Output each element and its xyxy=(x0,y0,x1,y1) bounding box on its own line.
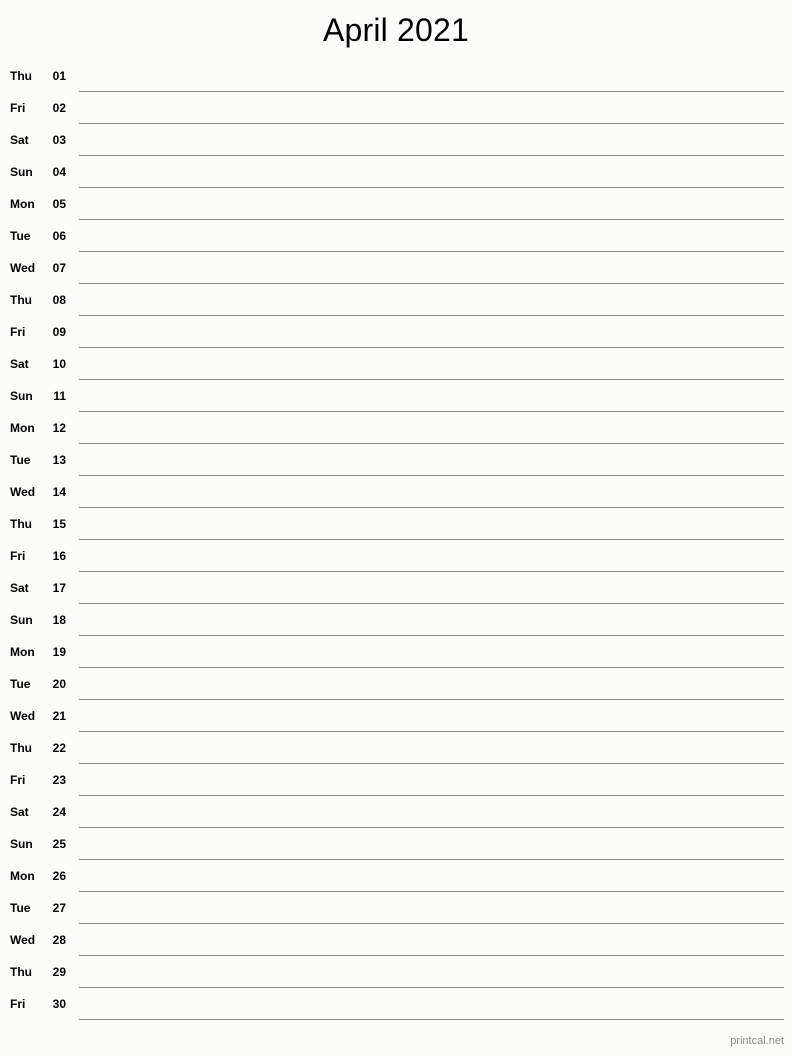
day-writing-line[interactable] xyxy=(79,123,784,124)
day-writing-line[interactable] xyxy=(79,827,784,828)
day-row[interactable]: Mon 19 xyxy=(0,640,792,672)
footer-credit: printcal.net xyxy=(730,1035,784,1047)
day-row[interactable]: Sat 03 xyxy=(0,128,792,160)
day-writing-line[interactable] xyxy=(79,443,784,444)
day-row-list: Thu 01 Fri 02 Sat 03 Sun 04 Mon 05 Tue 06 Wed 07 Thu 08… xyxy=(0,64,792,1024)
day-number-label: 16 xyxy=(52,549,66,563)
day-row[interactable]: Wed 07 xyxy=(0,256,792,288)
day-writing-line[interactable] xyxy=(79,571,784,572)
day-writing-line[interactable] xyxy=(79,859,784,860)
day-row[interactable]: Thu 22 xyxy=(0,736,792,768)
day-row[interactable]: Tue 13 xyxy=(0,448,792,480)
day-row[interactable]: Wed 28 xyxy=(0,928,792,960)
day-row[interactable]: Tue 20 xyxy=(0,672,792,704)
day-row[interactable]: Sun 04 xyxy=(0,160,792,192)
day-row[interactable]: Thu 08 xyxy=(0,288,792,320)
day-row[interactable]: Fri 16 xyxy=(0,544,792,576)
day-writing-line[interactable] xyxy=(79,251,784,252)
day-row[interactable]: Mon 05 xyxy=(0,192,792,224)
day-number-label: 07 xyxy=(52,261,66,275)
day-row[interactable]: Thu 29 xyxy=(0,960,792,992)
day-writing-line[interactable] xyxy=(79,955,784,956)
day-number-label: 25 xyxy=(52,837,66,851)
day-row[interactable]: Tue 06 xyxy=(0,224,792,256)
day-number-label: 23 xyxy=(52,773,66,787)
day-number-label: 09 xyxy=(52,325,66,339)
day-writing-line[interactable] xyxy=(79,347,784,348)
day-row[interactable]: Sun 25 xyxy=(0,832,792,864)
day-number-label: 19 xyxy=(52,645,66,659)
day-writing-line[interactable] xyxy=(79,91,784,92)
day-writing-line[interactable] xyxy=(79,539,784,540)
day-row[interactable]: Mon 26 xyxy=(0,864,792,896)
day-number-label: 02 xyxy=(52,101,66,115)
day-number-label: 10 xyxy=(52,357,66,371)
day-writing-line[interactable] xyxy=(79,475,784,476)
day-writing-line[interactable] xyxy=(79,763,784,764)
day-writing-line[interactable] xyxy=(79,507,784,508)
day-number-label: 18 xyxy=(52,613,66,627)
day-writing-line[interactable] xyxy=(79,315,784,316)
day-number-label: 26 xyxy=(52,869,66,883)
day-number-label: 04 xyxy=(52,165,66,179)
day-number-label: 20 xyxy=(52,677,66,691)
day-number-label: 12 xyxy=(52,421,66,435)
day-number-label: 21 xyxy=(52,709,66,723)
day-number-label: 29 xyxy=(52,965,66,979)
day-row[interactable]: Sun 11 xyxy=(0,384,792,416)
day-number-label: 13 xyxy=(52,453,66,467)
day-row[interactable]: Sun 18 xyxy=(0,608,792,640)
day-row[interactable]: Thu 15 xyxy=(0,512,792,544)
day-row[interactable]: Tue 27 xyxy=(0,896,792,928)
day-writing-line[interactable] xyxy=(79,891,784,892)
day-row[interactable]: Wed 14 xyxy=(0,480,792,512)
day-writing-line[interactable] xyxy=(79,635,784,636)
day-number-label: 28 xyxy=(52,933,66,947)
day-writing-line[interactable] xyxy=(79,699,784,700)
day-writing-line[interactable] xyxy=(79,219,784,220)
day-writing-line[interactable] xyxy=(79,379,784,380)
day-number-label: 06 xyxy=(52,229,66,243)
calendar-page: April 2021 Thu 01 Fri 02 Sat 03 Sun 04 Mon 05 Tue 0… xyxy=(0,0,792,1056)
day-writing-line[interactable] xyxy=(79,731,784,732)
day-writing-line[interactable] xyxy=(79,283,784,284)
page-title: April 2021 xyxy=(322,12,470,48)
day-number-label: 08 xyxy=(52,293,66,307)
day-row[interactable]: Mon 12 xyxy=(0,416,792,448)
day-writing-line[interactable] xyxy=(79,187,784,188)
day-number-label: 24 xyxy=(52,805,66,819)
day-number-label: 01 xyxy=(52,69,66,83)
day-writing-line[interactable] xyxy=(79,411,784,412)
day-number-label: 05 xyxy=(52,197,66,211)
day-number-label: 11 xyxy=(53,389,66,403)
day-writing-line[interactable] xyxy=(79,987,784,988)
day-writing-line[interactable] xyxy=(79,923,784,924)
day-row[interactable]: Fri 09 xyxy=(0,320,792,352)
day-row[interactable]: Thu 01 xyxy=(0,64,792,96)
day-row[interactable]: Sat 17 xyxy=(0,576,792,608)
day-row[interactable]: Fri 23 xyxy=(0,768,792,800)
day-row[interactable]: Wed 21 xyxy=(0,704,792,736)
day-writing-line[interactable] xyxy=(79,795,784,796)
day-row[interactable]: Fri 02 xyxy=(0,96,792,128)
day-row[interactable]: Sat 24 xyxy=(0,800,792,832)
day-number-label: 30 xyxy=(52,997,66,1011)
day-writing-line[interactable] xyxy=(79,155,784,156)
day-number-label: 15 xyxy=(52,517,66,531)
day-row[interactable]: Sat 10 xyxy=(0,352,792,384)
day-writing-line[interactable] xyxy=(79,603,784,604)
day-number-label: 14 xyxy=(52,485,66,499)
day-number-label: 22 xyxy=(52,741,66,755)
day-number-label: 03 xyxy=(52,133,66,147)
day-row[interactable]: Fri 30 xyxy=(0,992,792,1024)
day-writing-line[interactable] xyxy=(79,667,784,668)
day-number-label: 27 xyxy=(52,901,66,915)
day-writing-line[interactable] xyxy=(79,1019,784,1020)
day-number-label: 17 xyxy=(52,581,66,595)
